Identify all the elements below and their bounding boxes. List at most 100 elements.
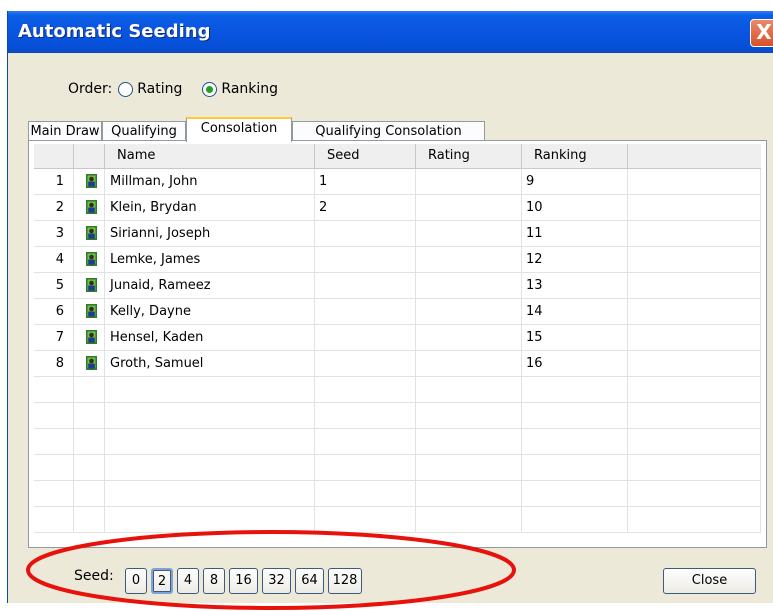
player-icon (86, 174, 97, 188)
cell-ranking (522, 507, 628, 532)
cell-name: Klein, Brydan (105, 195, 315, 220)
table-row[interactable]: 7 Hensel, Kaden 15 (34, 325, 761, 351)
cell-filler (628, 247, 761, 272)
cell-name: Hensel, Kaden (105, 325, 315, 350)
close-button[interactable]: Close (663, 568, 756, 594)
header-name[interactable]: Name (105, 144, 315, 169)
cell-seed (315, 273, 416, 298)
cell-filler (628, 221, 761, 246)
cell-ranking (522, 481, 628, 506)
table-row[interactable]: 3 Sirianni, Joseph 11 (34, 221, 761, 247)
cell-name: Lemke, James (105, 247, 315, 272)
cell-filler (628, 325, 761, 350)
cell-ranking: 11 (522, 221, 628, 246)
cell-num: 7 (34, 325, 74, 350)
cell-name (105, 481, 315, 506)
cell-num: 4 (34, 247, 74, 272)
table-row[interactable] (34, 403, 761, 429)
cell-num: 1 (34, 169, 74, 194)
order-group: Order: Rating Ranking (68, 81, 278, 97)
tab-qualifying[interactable]: Qualifying (102, 121, 186, 141)
table-row[interactable]: 1 Millman, John 1 9 (34, 169, 761, 195)
cell-seed (315, 455, 416, 480)
close-icon[interactable]: X (750, 19, 773, 47)
cell-icon (74, 403, 105, 428)
cell-filler (628, 299, 761, 324)
cell-icon (74, 429, 105, 454)
radio-ranking-label[interactable]: Ranking (221, 81, 278, 97)
header-rating[interactable]: Rating (416, 144, 522, 169)
header-seed[interactable]: Seed (315, 144, 416, 169)
table-row[interactable] (34, 481, 761, 507)
cell-ranking: 10 (522, 195, 628, 220)
title-bar[interactable]: Automatic Seeding X (8, 11, 773, 53)
cell-ranking: 15 (522, 325, 628, 350)
cell-icon (74, 273, 105, 298)
window-title: Automatic Seeding (18, 21, 211, 42)
cell-filler (628, 377, 761, 402)
cell-rating (416, 325, 522, 350)
cell-seed: 1 (315, 169, 416, 194)
tab-qualifying-consolation[interactable]: Qualifying Consolation (292, 121, 485, 141)
cell-name (105, 403, 315, 428)
cell-icon (74, 377, 105, 402)
cell-ranking (522, 403, 628, 428)
player-icon (86, 356, 97, 370)
player-icon (86, 252, 97, 266)
seeding-table: Name Seed Rating Ranking 1 Millman, John 1… (34, 144, 761, 544)
header-icon (74, 144, 105, 169)
cell-name: Groth, Samuel (105, 351, 315, 376)
table-row[interactable]: 8 Groth, Samuel 16 (34, 351, 761, 377)
table-row[interactable]: 5 Junaid, Rameez 13 (34, 273, 761, 299)
cell-ranking (522, 429, 628, 454)
cell-rating (416, 403, 522, 428)
cell-seed (315, 377, 416, 402)
cell-filler (628, 507, 761, 532)
cell-icon (74, 351, 105, 376)
cell-num: 3 (34, 221, 74, 246)
cell-filler (628, 351, 761, 376)
table-row[interactable] (34, 377, 761, 403)
cell-num: 6 (34, 299, 74, 324)
cell-rating (416, 481, 522, 506)
cell-num (34, 403, 74, 428)
cell-rating (416, 377, 522, 402)
table-row[interactable]: 2 Klein, Brydan 2 10 (34, 195, 761, 221)
table-row[interactable]: 6 Kelly, Dayne 14 (34, 299, 761, 325)
cell-seed (315, 351, 416, 376)
table-row[interactable] (34, 429, 761, 455)
radio-ranking[interactable] (202, 81, 218, 97)
cell-rating (416, 429, 522, 454)
cell-seed: 2 (315, 195, 416, 220)
cell-ranking: 13 (522, 273, 628, 298)
cell-icon (74, 221, 105, 246)
player-icon (86, 200, 97, 214)
cell-num: 5 (34, 273, 74, 298)
table-row[interactable]: 4 Lemke, James 12 (34, 247, 761, 273)
cell-name (105, 377, 315, 402)
cell-seed (315, 221, 416, 246)
header-ranking[interactable]: Ranking (522, 144, 628, 169)
cell-filler (628, 455, 761, 480)
cell-ranking (522, 455, 628, 480)
player-icon (86, 330, 97, 344)
cell-filler (628, 481, 761, 506)
cell-icon (74, 325, 105, 350)
tab-main-draw[interactable]: Main Draw (28, 121, 102, 141)
cell-filler (628, 195, 761, 220)
cell-name (105, 429, 315, 454)
cell-name: Kelly, Dayne (105, 299, 315, 324)
cell-rating (416, 195, 522, 220)
cell-num: 2 (34, 195, 74, 220)
cell-num (34, 455, 74, 480)
radio-rating[interactable] (118, 81, 134, 97)
table-header: Name Seed Rating Ranking (34, 144, 761, 169)
tab-consolation[interactable]: Consolation (186, 117, 292, 142)
cell-filler (628, 273, 761, 298)
cell-seed (315, 403, 416, 428)
cell-name: Sirianni, Joseph (105, 221, 315, 246)
annotation-ellipse-shape (26, 530, 516, 610)
radio-rating-label[interactable]: Rating (137, 81, 182, 97)
table-row[interactable] (34, 455, 761, 481)
cell-filler (628, 403, 761, 428)
